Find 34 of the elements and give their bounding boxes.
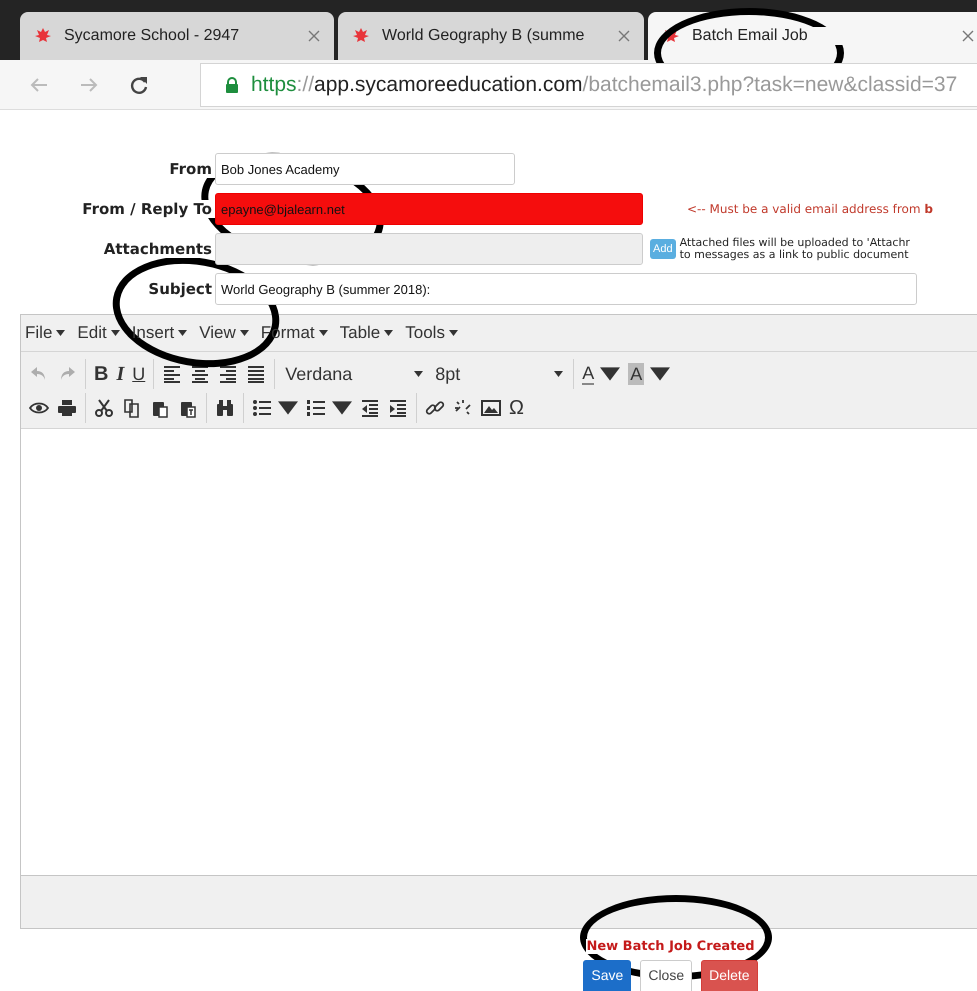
- field-label: From / Reply To: [82, 200, 215, 218]
- note-line: Attached files will be uploaded to 'Attachr: [680, 237, 910, 249]
- field-label: From: [169, 160, 215, 178]
- action-button[interactable]: Close: [640, 960, 692, 991]
- text-color-button[interactable]: A: [578, 359, 624, 389]
- font-select[interactable]: Verdana: [279, 364, 430, 384]
- address-bar[interactable]: https://app.sycamoreeducation.com/batchemail3.php?task=new&classid=37: [200, 62, 977, 106]
- menu-item[interactable]: View: [199, 323, 249, 343]
- font-select[interactable]: 8pt: [429, 364, 570, 384]
- action-button[interactable]: Save: [583, 960, 632, 991]
- input-field[interactable]: Bob Jones Academy: [215, 153, 515, 185]
- browser-tab[interactable]: Sycamore School - 2947: [20, 12, 334, 60]
- action-button[interactable]: Delete: [701, 960, 758, 991]
- bold-button[interactable]: B: [90, 359, 112, 389]
- menu-item[interactable]: Table: [340, 323, 394, 343]
- background-color-button[interactable]: A: [624, 359, 674, 389]
- menu-item[interactable]: Insert: [132, 323, 188, 343]
- error-hint: <-- Must be a valid email address from b: [687, 202, 933, 216]
- browser-tab[interactable]: World Geography B (summe: [338, 12, 644, 60]
- menu-item[interactable]: Edit: [77, 323, 120, 343]
- menu-item[interactable]: Tools: [405, 323, 458, 343]
- underline-button[interactable]: U: [128, 359, 150, 389]
- tab-title: World Geography B (summe: [382, 27, 586, 45]
- field-label: Subject: [148, 280, 215, 298]
- input-field[interactable]: World Geography B (summer 2018):: [215, 273, 917, 305]
- tab-title: Sycamore School - 2947: [64, 27, 240, 45]
- browser-tab[interactable]: Batch Email Job: [648, 12, 977, 60]
- url-text: https://app.sycamoreeducation.com/batchemail3.php?task=new&classid=37: [251, 72, 958, 96]
- input-field[interactable]: epayne@bjalearn.net: [215, 193, 643, 225]
- note-line: to messages as a link to public document: [680, 249, 910, 261]
- menu-item[interactable]: File: [25, 323, 66, 343]
- status-message: New Batch Job Created: [586, 939, 755, 954]
- special-character-button[interactable]: Ω: [505, 393, 528, 423]
- italic-button[interactable]: I: [112, 359, 128, 389]
